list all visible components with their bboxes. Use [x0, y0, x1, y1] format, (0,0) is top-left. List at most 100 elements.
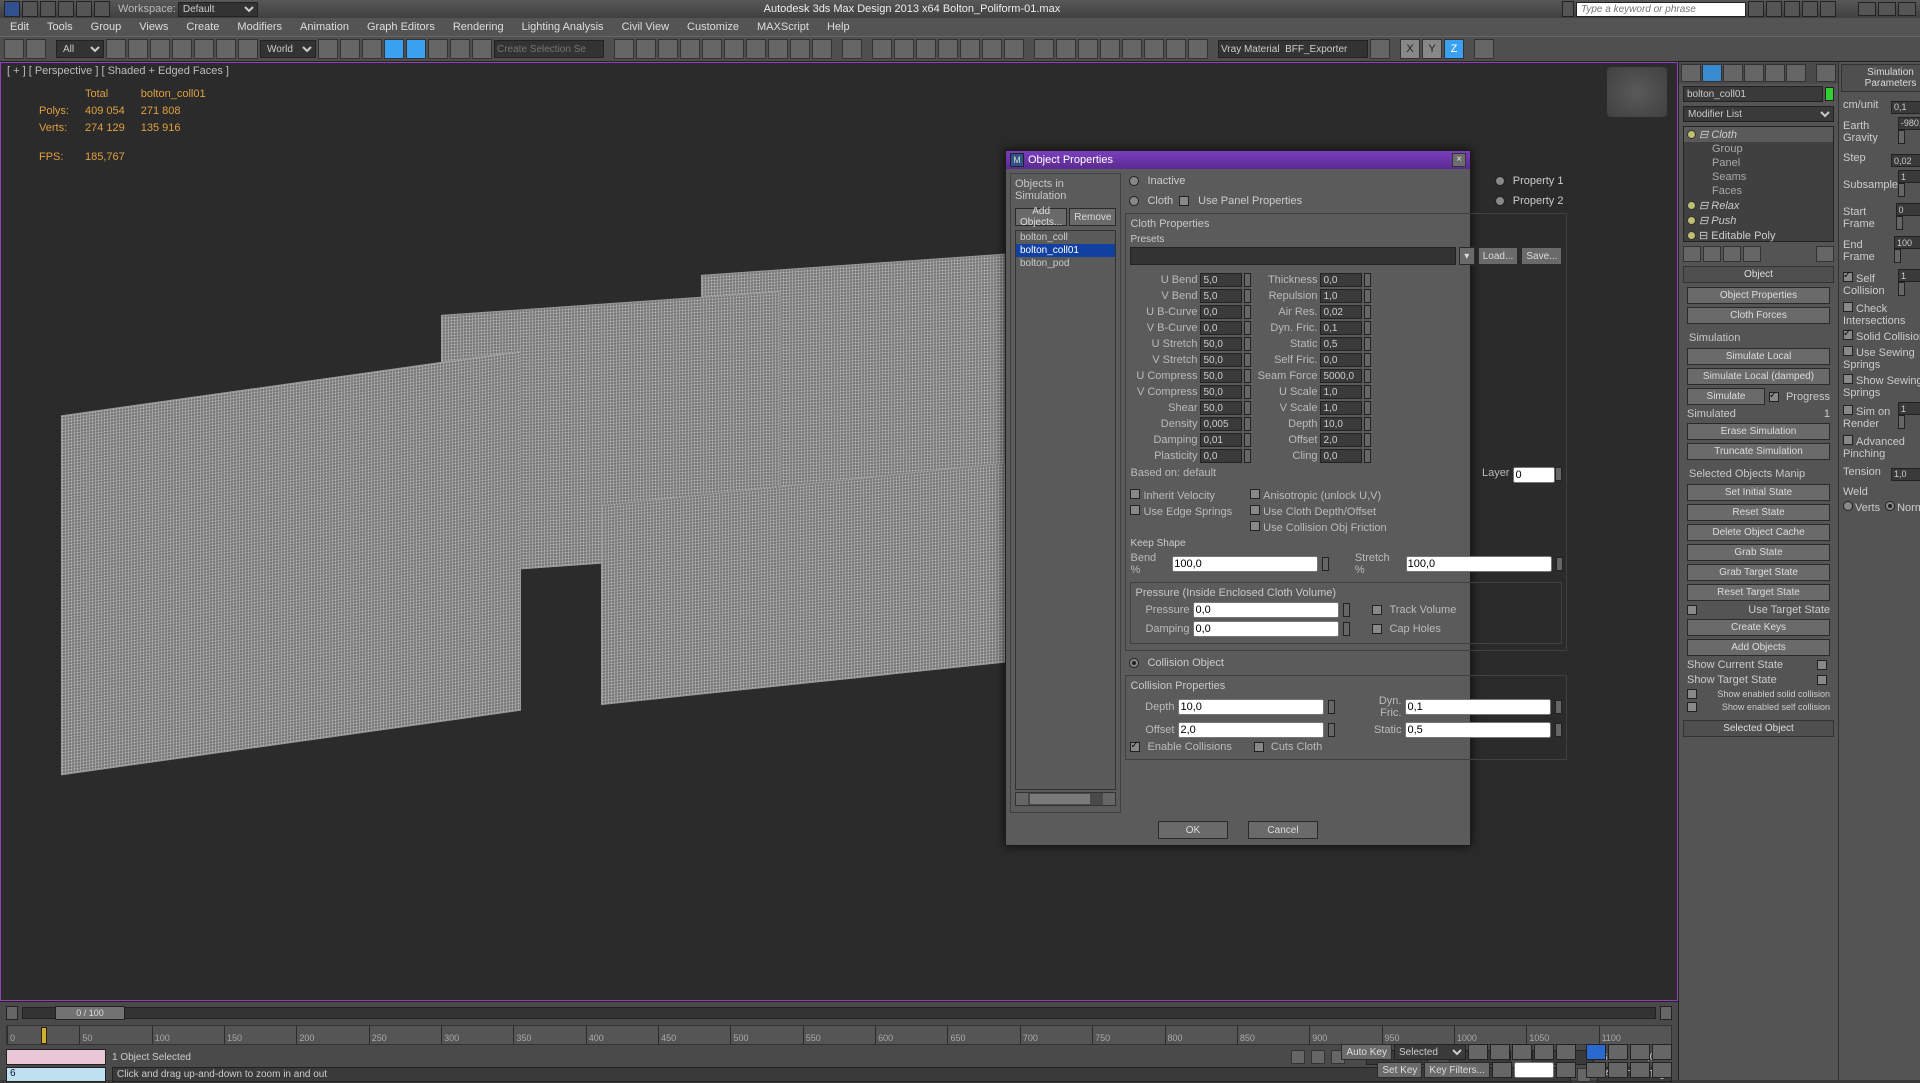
select-name-icon[interactable]: [128, 39, 148, 59]
reset-target-state-button[interactable]: Reset Target State: [1687, 584, 1830, 601]
weld-normals-radio[interactable]: [1885, 501, 1895, 511]
keymode-icon[interactable]: [362, 39, 382, 59]
render-setup-icon[interactable]: [768, 39, 788, 59]
grab-state-button[interactable]: Grab State: [1687, 544, 1830, 561]
object-color-swatch[interactable]: [1825, 87, 1834, 101]
tab-extra-icon[interactable]: [1816, 64, 1836, 82]
param-input[interactable]: [1200, 353, 1242, 367]
save-button[interactable]: Save...: [1521, 247, 1562, 265]
script-c-icon[interactable]: [1078, 39, 1098, 59]
simparam-input[interactable]: [1894, 236, 1920, 249]
time-config-icon[interactable]: [1556, 1062, 1576, 1078]
material-editor-icon[interactable]: [746, 39, 766, 59]
param-input[interactable]: [1320, 433, 1362, 447]
param-input[interactable]: [1200, 449, 1242, 463]
param-input[interactable]: [1200, 433, 1242, 447]
menu-rendering[interactable]: Rendering: [453, 21, 504, 33]
close-button[interactable]: [1898, 2, 1916, 16]
object-properties-button[interactable]: Object Properties: [1687, 287, 1830, 304]
menu-edit[interactable]: Edit: [10, 21, 29, 33]
select-region-icon[interactable]: [150, 39, 170, 59]
simulate-button[interactable]: Simulate: [1687, 388, 1765, 405]
param-input[interactable]: [1320, 273, 1362, 287]
simparam-input[interactable]: [1896, 203, 1920, 216]
spinner-icon[interactable]: [1556, 557, 1563, 571]
spinner-icon[interactable]: [1898, 282, 1905, 296]
set-initial-state-button[interactable]: Set Initial State: [1687, 484, 1830, 501]
communication-icon[interactable]: [1766, 1, 1782, 17]
cancel-button[interactable]: Cancel: [1248, 821, 1318, 839]
spinner-icon[interactable]: [1364, 289, 1371, 303]
modifier-stack[interactable]: ⊟ Cloth Group Panel Seams Faces ⊟ Relax …: [1683, 126, 1834, 242]
adv-pinching-check[interactable]: [1843, 435, 1853, 445]
ok-button[interactable]: OK: [1158, 821, 1228, 839]
spinner-icon[interactable]: [1896, 216, 1903, 230]
play-icon[interactable]: [1512, 1044, 1532, 1060]
remove-mod-icon[interactable]: [1743, 246, 1761, 262]
move-icon[interactable]: [194, 39, 214, 59]
autokey-button[interactable]: Auto Key: [1341, 1044, 1392, 1060]
selected-object-head[interactable]: Selected Object: [1683, 720, 1834, 737]
menu-lighting[interactable]: Lighting Analysis: [522, 21, 604, 33]
modstack-row[interactable]: Group: [1684, 142, 1833, 156]
render-icon[interactable]: [812, 39, 832, 59]
spinner-icon[interactable]: [1364, 385, 1371, 399]
key-filter-select[interactable]: Selected: [1394, 1044, 1466, 1060]
layers-icon[interactable]: [658, 39, 678, 59]
script-a-icon[interactable]: [1034, 39, 1054, 59]
nav-maximize-icon[interactable]: [1652, 1062, 1672, 1078]
axis-y-icon[interactable]: Y: [1422, 39, 1442, 59]
param-input[interactable]: [1200, 305, 1242, 319]
spinner-icon[interactable]: [1244, 305, 1251, 319]
modstack-row[interactable]: Panel: [1684, 156, 1833, 170]
selection-filter[interactable]: All: [56, 40, 104, 58]
scale-icon[interactable]: [238, 39, 258, 59]
mirror-icon[interactable]: [614, 39, 634, 59]
keyframe-marker[interactable]: [41, 1027, 47, 1044]
menu-grapheditors[interactable]: Graph Editors: [367, 21, 435, 33]
vray-c-icon[interactable]: [916, 39, 936, 59]
unique-icon[interactable]: [1723, 246, 1741, 262]
inherit-vel-check[interactable]: [1130, 489, 1140, 499]
use-sewing-check[interactable]: [1843, 346, 1853, 356]
spinner-icon[interactable]: [1244, 321, 1251, 335]
enable-collisions-check[interactable]: [1130, 742, 1140, 752]
create-keys-button[interactable]: Create Keys: [1687, 619, 1830, 636]
add-objects-button[interactable]: Add Objects...: [1015, 208, 1067, 226]
param-input[interactable]: [1200, 369, 1242, 383]
undo-icon[interactable]: [76, 1, 92, 17]
new-icon[interactable]: [22, 1, 38, 17]
curve-editor-icon[interactable]: [702, 39, 722, 59]
time-next-icon[interactable]: [1660, 1006, 1672, 1020]
pin-stack-icon[interactable]: [1683, 246, 1701, 262]
show-end-icon[interactable]: [1703, 246, 1721, 262]
menu-help[interactable]: Help: [827, 21, 850, 33]
spinner-icon[interactable]: [1343, 603, 1350, 617]
setkey-button[interactable]: Set Key: [1377, 1062, 1422, 1078]
erase-simulation-button[interactable]: Erase Simulation: [1687, 423, 1830, 440]
modstack-row[interactable]: Seams: [1684, 170, 1833, 184]
prev-frame-icon[interactable]: [1490, 1044, 1510, 1060]
param-input[interactable]: [1320, 385, 1362, 399]
axis-z-icon[interactable]: Z: [1444, 39, 1464, 59]
menu-civilview[interactable]: Civil View: [622, 21, 669, 33]
spinner-icon[interactable]: [1364, 273, 1371, 287]
param-input[interactable]: [1320, 449, 1362, 463]
spinner-icon[interactable]: [1364, 401, 1371, 415]
spinner-icon[interactable]: [1244, 449, 1251, 463]
simparam-input[interactable]: [1898, 117, 1920, 130]
goto-end-icon[interactable]: [1556, 1044, 1576, 1060]
bulb-icon[interactable]: [1687, 130, 1696, 139]
redo-icon[interactable]: [94, 1, 110, 17]
press-damping-input[interactable]: [1193, 621, 1339, 637]
bulb-icon[interactable]: [1687, 216, 1696, 225]
dialog-titlebar[interactable]: M Object Properties ×: [1006, 151, 1470, 169]
viewcube[interactable]: [1607, 67, 1667, 117]
spinner-icon[interactable]: [1244, 353, 1251, 367]
spinner-icon[interactable]: [1244, 433, 1251, 447]
window-crossing-icon[interactable]: [172, 39, 192, 59]
spinner-icon[interactable]: [1364, 433, 1371, 447]
param-input[interactable]: [1200, 401, 1242, 415]
preset-input[interactable]: [1130, 247, 1455, 265]
pivot-icon[interactable]: [318, 39, 338, 59]
